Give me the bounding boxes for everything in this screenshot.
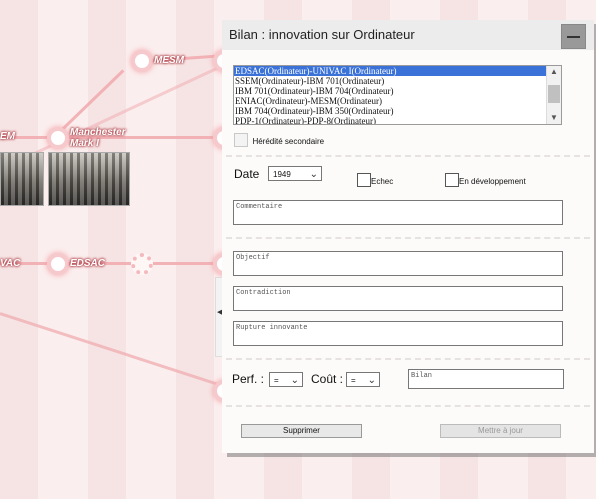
supprimer-button[interactable]: Supprimer (241, 424, 362, 438)
date-select[interactable]: 1949 ⌄ (268, 166, 322, 181)
commentaire-field[interactable]: Commentaire (233, 200, 563, 225)
computer-photo (48, 152, 130, 206)
chevron-down-icon: ⌄ (290, 375, 299, 386)
perf-label: Perf. : (232, 372, 265, 386)
heredite-row: Hérédité secondaire (234, 131, 324, 149)
node-label-em: EM (0, 131, 15, 142)
echec-label: Echec (371, 177, 394, 186)
rupture-placeholder: Rupture innovante (236, 324, 308, 332)
node-edsac[interactable] (47, 253, 69, 275)
bilan-dialog: Bilan : innovation sur Ordinateur EDSAC(… (222, 20, 594, 453)
list-item[interactable]: PDP-1(Ordinateur)-PDP-8(Ordinateur) (234, 116, 561, 124)
list-item[interactable]: ENIAC(Ordinateur)-MESM(Ordinateur) (234, 96, 561, 106)
date-value: 1949 (273, 170, 291, 179)
rupture-field[interactable]: Rupture innovante (233, 321, 563, 346)
node-manchester[interactable] (47, 127, 69, 149)
divider (226, 405, 590, 407)
echec-checkbox[interactable] (357, 172, 371, 187)
perf-select[interactable]: = ⌄ (269, 372, 303, 387)
contradiction-field[interactable]: Contradiction (233, 286, 563, 311)
en-dev-label: En développement (459, 177, 526, 186)
heredite-checkbox[interactable] (234, 132, 248, 147)
mettre-a-jour-button[interactable]: Mettre à jour (440, 424, 561, 438)
scroll-up-icon[interactable]: ▲ (550, 68, 558, 76)
cout-label: Coût : (311, 372, 344, 386)
node-label-vac: VAC (0, 258, 21, 269)
dialog-title: Bilan : innovation sur Ordinateur (229, 27, 415, 42)
cout-value: = (351, 376, 356, 385)
echec-row: Echec (357, 171, 393, 189)
objectif-placeholder: Objectif (236, 254, 270, 262)
list-item[interactable]: IBM 701(Ordinateur)-IBM 704(Ordinateur) (234, 86, 561, 96)
perf-value: = (274, 376, 279, 385)
listbox-scrollbar[interactable]: ▲ ▼ (546, 66, 561, 124)
chevron-down-icon: ⌄ (309, 169, 318, 180)
node-label-edsac: EDSAC (70, 258, 106, 269)
chevron-down-icon: ⌄ (367, 375, 376, 386)
innovation-listbox[interactable]: EDSAC(Ordinateur)-UNIVAC I(Ordinateur) S… (233, 65, 562, 125)
en-dev-row: En développement (445, 171, 526, 189)
scroll-down-icon[interactable]: ▼ (550, 114, 558, 122)
dialog-header: Bilan : innovation sur Ordinateur (222, 20, 594, 50)
date-label: Date (234, 167, 260, 181)
bilan-field[interactable]: Bilan (408, 369, 564, 389)
minimize-icon (567, 36, 580, 38)
minimize-button[interactable] (561, 24, 586, 49)
cout-select[interactable]: = ⌄ (346, 372, 380, 387)
computer-photo (0, 152, 44, 206)
objectif-field[interactable]: Objectif (233, 251, 563, 276)
divider (226, 237, 590, 239)
node-mesm[interactable] (131, 50, 153, 72)
list-item[interactable]: IBM 704(Ordinateur)-IBM 350(Ordinateur) (234, 106, 561, 116)
contradiction-placeholder: Contradiction (236, 289, 291, 297)
node-label-mesm: MESM (154, 55, 184, 66)
scrollbar-thumb[interactable] (548, 85, 560, 103)
list-item[interactable]: EDSAC(Ordinateur)-UNIVAC I(Ordinateur) (234, 66, 561, 76)
heredite-label: Hérédité secondaire (252, 137, 325, 146)
commentaire-placeholder: Commentaire (236, 203, 283, 211)
list-item[interactable]: SSEM(Ordinateur)-IBM 701(Ordinateur) (234, 76, 561, 86)
node-label-manchester: Manchester Mark I (70, 127, 126, 149)
bilan-placeholder: Bilan (411, 372, 433, 380)
divider (226, 358, 590, 360)
divider (226, 155, 590, 157)
en-dev-checkbox[interactable] (445, 172, 459, 187)
graph-link (0, 262, 230, 265)
node-ghost[interactable] (131, 253, 153, 275)
